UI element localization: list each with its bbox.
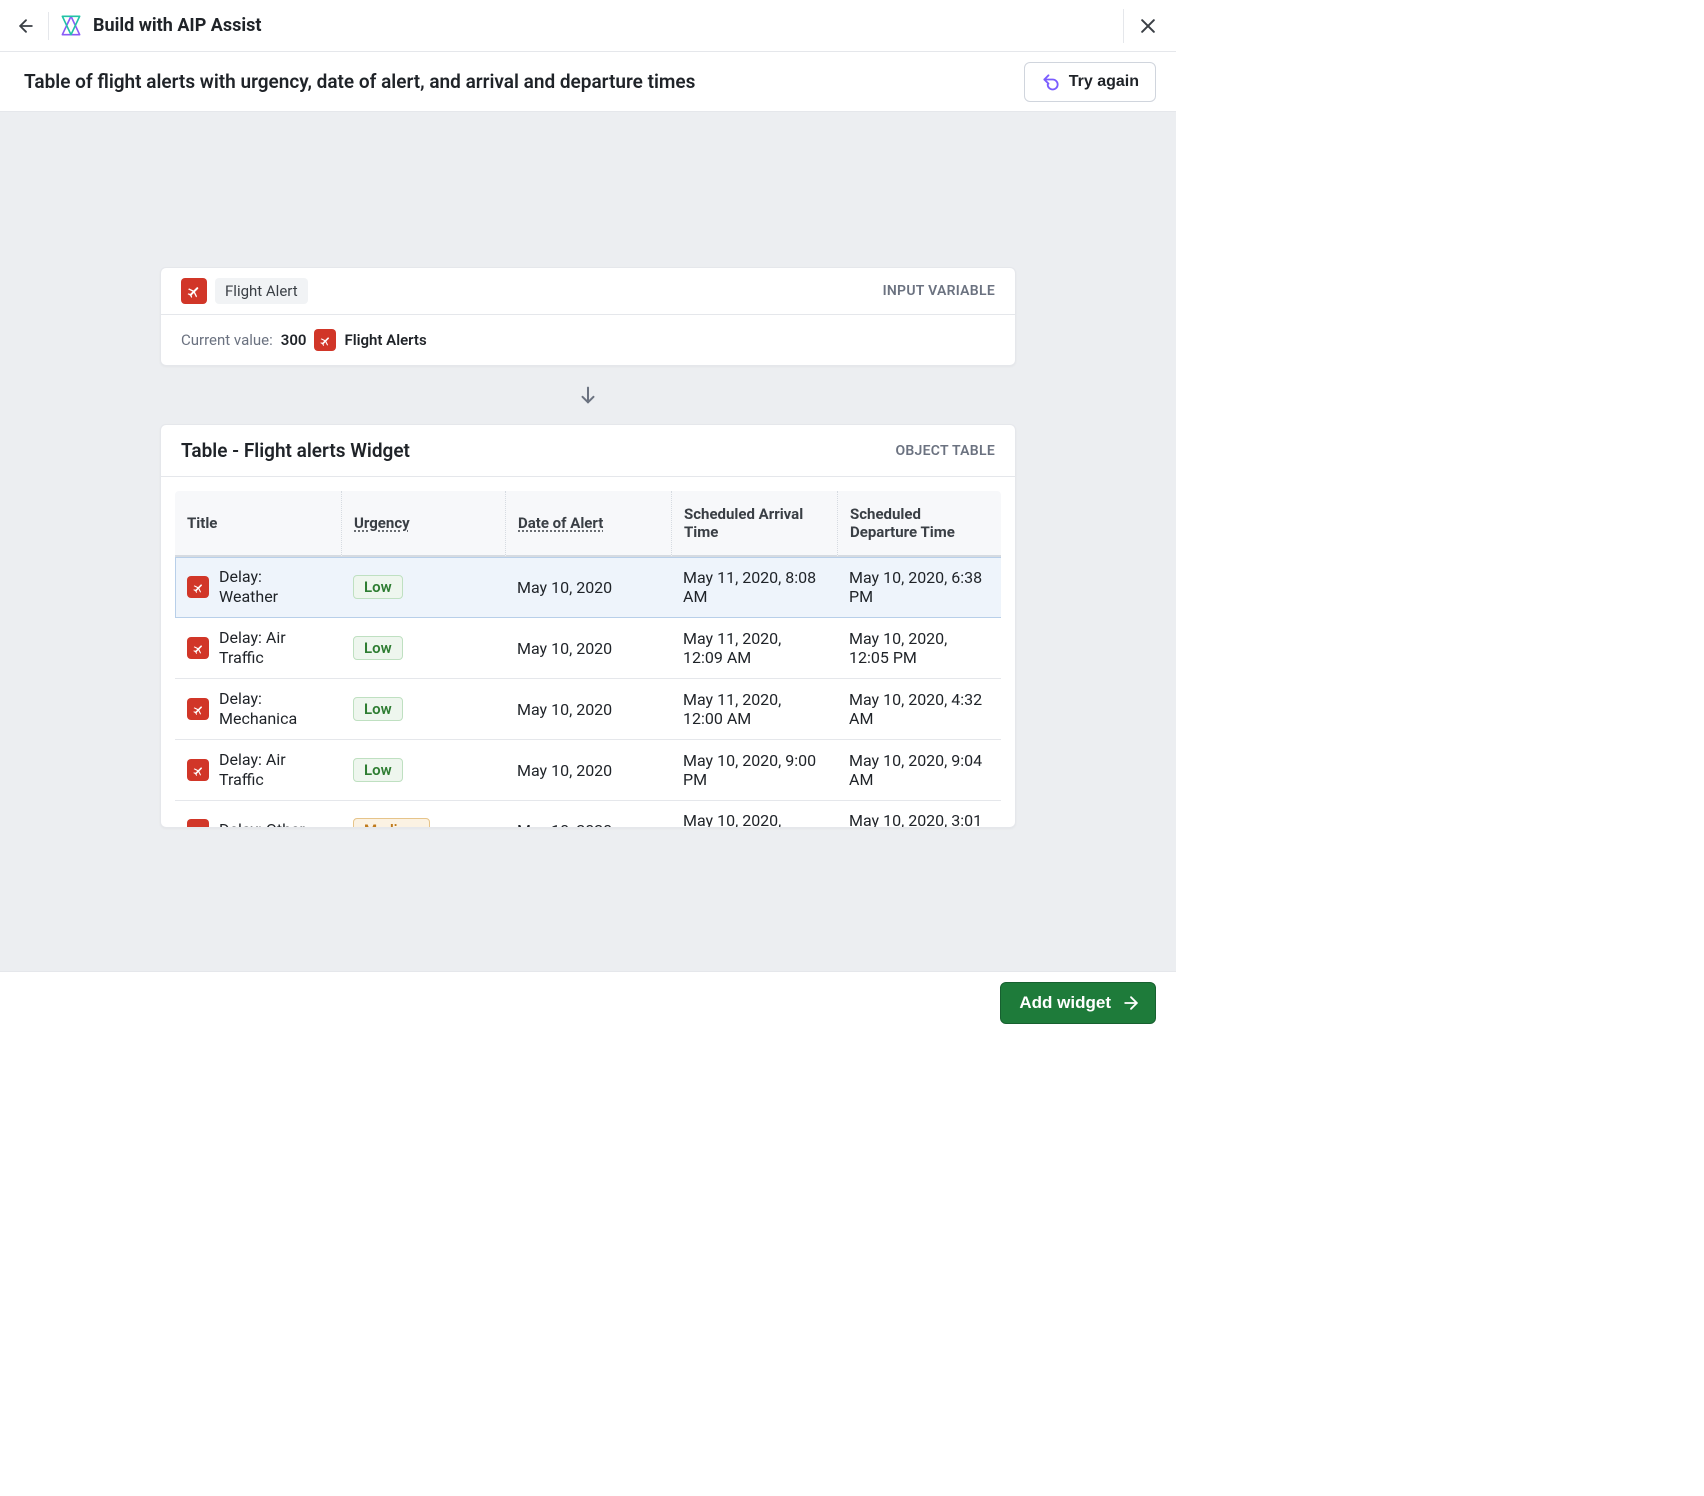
table-row[interactable]: Delay: Weather Low May 10, 2020May 11, 202… xyxy=(175,557,1001,618)
undo-icon xyxy=(1041,72,1061,92)
row-type-icon xyxy=(187,637,209,659)
current-value-count: 300 xyxy=(281,331,307,349)
column-header-label: Scheduled Arrival Time xyxy=(684,505,803,541)
row-type-icon xyxy=(187,759,209,781)
row-title: Delay: Weather xyxy=(219,567,319,607)
query-text: Table of flight alerts with urgency, dat… xyxy=(24,70,1024,93)
column-header-dep[interactable]: Scheduled Departure Time xyxy=(837,491,1001,557)
table-row[interactable]: Delay: OtherMediumMay 10, 2020May 10, 20… xyxy=(175,801,1001,827)
airplane-icon xyxy=(319,334,332,347)
canvas: Flight Alert INPUT VARIABLE Current valu… xyxy=(0,112,1176,971)
column-header-urgency[interactable]: Urgency xyxy=(341,491,505,557)
column-header-date[interactable]: Date of Alert xyxy=(505,491,671,557)
column-header-label: Date of Alert xyxy=(518,514,603,532)
input-variable-type-name: Flight Alerts xyxy=(344,331,426,349)
current-value-label: Current value: xyxy=(181,331,273,349)
app-title: Build with AIP Assist xyxy=(93,15,261,36)
flow-arrow xyxy=(577,384,599,406)
object-table-header: Table - Flight alerts Widget OBJECT TABL… xyxy=(161,425,1015,477)
arrow-down-icon xyxy=(577,384,599,406)
column-header-label: Urgency xyxy=(354,514,410,532)
airplane-icon xyxy=(192,703,205,716)
cell-arrival: May 10, 2020, 11:23 AM xyxy=(671,801,837,827)
urgency-badge: Low xyxy=(353,697,403,721)
aip-logo-icon xyxy=(58,13,84,39)
object-table-body: Delay: WeatherLowMay 10, 2020May 11, 202… xyxy=(175,557,1001,827)
input-variable-card: Flight Alert INPUT VARIABLE Current valu… xyxy=(160,267,1016,366)
flight-alerts-type-icon xyxy=(314,329,336,351)
object-table: Title Urgency Date of Alert Scheduled Arriv… xyxy=(175,491,1001,827)
object-table-clip: Title Urgency Date of Alert Scheduled Arriv… xyxy=(175,491,1001,827)
cell-arrival: May 10, 2020, 9:00 PM xyxy=(671,740,837,801)
airplane-icon xyxy=(186,283,202,299)
add-widget-label: Add widget xyxy=(1019,993,1111,1013)
header-divider-right xyxy=(1123,9,1124,43)
query-bar: Table of flight alerts with urgency, dat… xyxy=(0,52,1176,112)
footer: Add widget xyxy=(0,971,1176,1033)
urgency-badge: Low xyxy=(353,575,403,599)
back-button[interactable] xyxy=(10,10,42,42)
input-variable-chip[interactable]: Flight Alert xyxy=(215,278,308,304)
object-table-card: Table - Flight alerts Widget OBJECT TABL… xyxy=(160,424,1016,828)
row-title: Delay: Air Traffic xyxy=(219,750,319,790)
airplane-icon xyxy=(192,642,205,655)
column-header-title[interactable]: Title xyxy=(175,491,341,557)
cell-arrival: May 11, 2020, 12:09 AM xyxy=(671,618,837,679)
cell-arrival: May 11, 2020, 12:00 AM xyxy=(671,679,837,740)
input-variable-section-label: INPUT VARIABLE xyxy=(883,283,995,299)
arrow-right-icon xyxy=(1121,993,1141,1013)
row-type-icon xyxy=(187,698,209,720)
cell-date: May 10, 2020 xyxy=(505,801,671,827)
flight-alert-icon-box xyxy=(181,278,207,304)
cell-date: May 10, 2020 xyxy=(505,679,671,740)
try-again-label: Try again xyxy=(1069,73,1139,91)
input-variable-body: Current value: 300 Flight Alerts xyxy=(161,315,1015,365)
cell-date: May 10, 2020 xyxy=(505,740,671,801)
cell-departure: May 10, 2020, 3:01 AM xyxy=(837,801,1001,827)
object-table-section-label: OBJECT TABLE xyxy=(895,443,995,459)
cell-arrival: May 11, 2020, 8:08 AM xyxy=(671,557,837,618)
close-button[interactable] xyxy=(1132,10,1164,42)
row-title: Delay: Air Traffic xyxy=(219,628,319,668)
row-title: Delay: Other xyxy=(219,820,305,827)
table-row[interactable]: Delay: Air Traffic Low May 10, 2020May 11,… xyxy=(175,618,1001,679)
column-header-label: Scheduled Departure Time xyxy=(850,505,955,541)
airplane-icon xyxy=(192,581,205,594)
app-header: Build with AIP Assist xyxy=(0,0,1176,52)
cell-departure: May 10, 2020, 4:32 AM xyxy=(837,679,1001,740)
cell-departure: May 10, 2020, 9:04 AM xyxy=(837,740,1001,801)
header-divider xyxy=(48,12,49,40)
arrow-left-icon xyxy=(16,16,36,36)
try-again-button[interactable]: Try again xyxy=(1024,62,1156,102)
cell-departure: May 10, 2020, 12:05 PM xyxy=(837,618,1001,679)
object-table-wrap: Title Urgency Date of Alert Scheduled Arriv… xyxy=(161,477,1015,827)
column-header-arrival[interactable]: Scheduled Arrival Time xyxy=(671,491,837,557)
row-type-icon xyxy=(187,819,209,827)
app-logo xyxy=(57,12,85,40)
table-row[interactable]: Delay: Mechanica Low May 10, 2020May 11, 2… xyxy=(175,679,1001,740)
row-title: Delay: Mechanica xyxy=(219,689,319,729)
airplane-icon xyxy=(192,824,205,828)
input-variable-header: Flight Alert INPUT VARIABLE xyxy=(161,268,1015,315)
cell-date: May 10, 2020 xyxy=(505,557,671,618)
close-icon xyxy=(1138,16,1158,36)
row-type-icon xyxy=(187,576,209,598)
urgency-badge: Medium xyxy=(353,818,430,827)
urgency-badge: Low xyxy=(353,758,403,782)
airplane-icon xyxy=(192,764,205,777)
cell-departure: May 10, 2020, 6:38 PM xyxy=(837,557,1001,618)
object-table-head: Title Urgency Date of Alert Scheduled Arriv… xyxy=(175,491,1001,557)
table-row[interactable]: Delay: Air TrafficLowMay 10, 2020May 10,… xyxy=(175,740,1001,801)
column-header-label: Title xyxy=(187,514,217,532)
add-widget-button[interactable]: Add widget xyxy=(1000,982,1156,1024)
cell-date: May 10, 2020 xyxy=(505,618,671,679)
urgency-badge: Low xyxy=(353,636,403,660)
object-table-title: Table - Flight alerts Widget xyxy=(181,439,410,462)
